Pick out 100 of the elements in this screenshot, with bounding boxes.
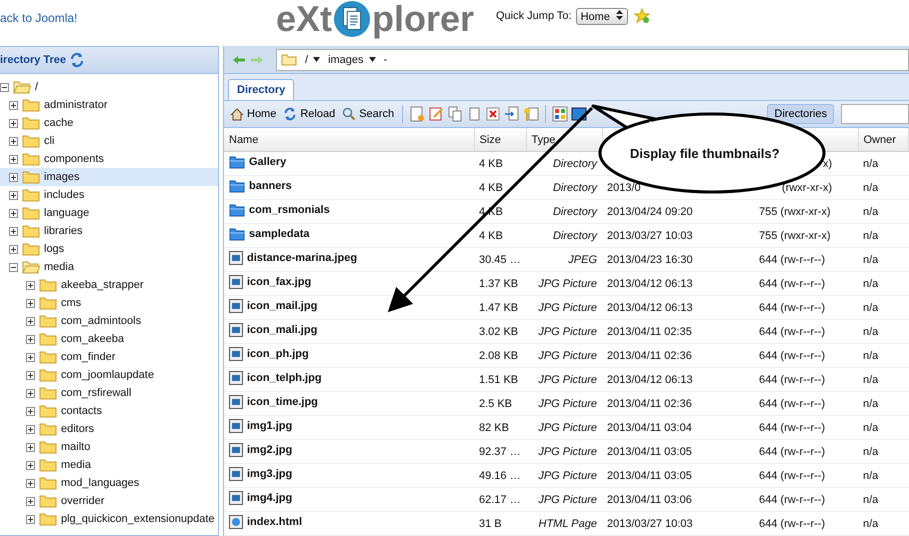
file-name-cell[interactable]: icon_telph.jpg (224, 368, 474, 392)
expander-icon[interactable] (26, 424, 35, 434)
tree-item[interactable]: logs (0, 240, 218, 258)
path-segment[interactable]: / (305, 54, 308, 66)
toolbar-button[interactable]: Home (228, 108, 278, 120)
expander-icon[interactable] (9, 136, 18, 146)
file-name-cell[interactable]: img4.jpg (224, 488, 474, 512)
column-header[interactable]: Owner (858, 128, 908, 152)
copy-icon[interactable] (447, 106, 464, 122)
new-file-icon[interactable] (409, 106, 426, 122)
folder-icon (13, 80, 31, 94)
tree-item[interactable]: cache (0, 114, 218, 132)
table-cell: Directory (526, 200, 602, 224)
expander-icon[interactable] (9, 208, 18, 218)
tree-item[interactable]: images (0, 168, 218, 186)
toolbar-button[interactable]: Search (340, 107, 396, 121)
tree-item[interactable]: libraries (0, 222, 218, 240)
expander-icon[interactable] (9, 226, 18, 236)
folder-icon (281, 54, 297, 66)
expander-icon[interactable] (0, 82, 9, 92)
tab[interactable]: Directory (228, 79, 294, 100)
file-name-cell[interactable]: banners (224, 176, 474, 200)
file-name-cell[interactable]: icon_mali.jpg (224, 320, 474, 344)
path-field[interactable]: / images - (276, 48, 909, 70)
tree-item[interactable]: mod_languages (0, 474, 218, 492)
file-name-cell[interactable]: img1.jpg (224, 416, 474, 440)
tree-item[interactable]: editors (0, 420, 218, 438)
key-icon[interactable] (523, 106, 540, 122)
tree-item[interactable]: plg_quickicon_extensionupdate (0, 510, 218, 528)
filter-field[interactable] (841, 104, 909, 124)
expander-icon[interactable] (26, 334, 35, 344)
expander-icon[interactable] (26, 460, 35, 470)
expander-icon[interactable] (26, 298, 35, 308)
toolbar-button[interactable]: Reload (281, 107, 338, 121)
tree-item[interactable]: cms (0, 294, 218, 312)
file-name-cell[interactable]: img3.jpg (224, 464, 474, 488)
file-name-cell[interactable]: icon_fax.jpg (224, 272, 474, 296)
path-segment[interactable]: images (328, 54, 364, 66)
tree-item[interactable]: components (0, 150, 218, 168)
tree-item[interactable]: administrator (0, 96, 218, 114)
column-header[interactable]: Size (474, 128, 526, 152)
expander-icon[interactable] (26, 370, 35, 380)
table-cell: n/a (858, 296, 908, 320)
tree-item[interactable]: com_joomlaupdate (0, 366, 218, 384)
file-name-cell[interactable]: distance-marina.jpeg (224, 248, 474, 272)
file-name-cell[interactable]: com_rsmonials (224, 200, 474, 224)
tree-item[interactable]: media (0, 258, 218, 276)
tree-item[interactable]: / (0, 78, 218, 96)
tree-item[interactable]: language (0, 204, 218, 222)
image-file-icon (229, 251, 243, 265)
directories-button[interactable]: Directories (767, 104, 834, 124)
expander-icon[interactable] (26, 514, 35, 524)
expander-icon[interactable] (26, 316, 35, 326)
tree-item[interactable]: akeeba_strapper (0, 276, 218, 294)
tree-item[interactable]: media (0, 456, 218, 474)
expander-icon[interactable] (26, 388, 35, 398)
back-link[interactable]: ack to Joomla! (0, 11, 276, 25)
quick-jump-select[interactable]: Home (576, 8, 628, 24)
file-name-cell[interactable]: index.html (224, 512, 474, 536)
file-name-cell[interactable]: Gallery (224, 152, 474, 176)
tree-item[interactable]: contacts (0, 402, 218, 420)
file-name-cell[interactable]: img2.jpg (224, 440, 474, 464)
expander-icon[interactable] (9, 118, 18, 128)
expander-icon[interactable] (9, 190, 18, 200)
expander-icon[interactable] (9, 100, 18, 110)
expander-icon[interactable] (26, 496, 35, 506)
callout-text: Display file thumbnails? (630, 146, 780, 161)
caret-icon[interactable] (368, 57, 376, 62)
file-name-cell[interactable]: icon_time.jpg (224, 392, 474, 416)
expander-icon[interactable] (9, 244, 18, 254)
expander-icon[interactable] (26, 280, 35, 290)
expander-icon[interactable] (26, 442, 35, 452)
expander-icon[interactable] (26, 406, 35, 416)
expander-icon[interactable] (26, 478, 35, 488)
tree-item[interactable]: com_akeeba (0, 330, 218, 348)
folder-icon (39, 440, 57, 454)
file-name-cell[interactable]: icon_ph.jpg (224, 344, 474, 368)
move-icon[interactable] (504, 106, 520, 122)
expander-icon[interactable] (9, 154, 18, 164)
tree-item[interactable]: com_rsfirewall (0, 384, 218, 402)
grid-icon[interactable] (552, 106, 568, 122)
expander-icon[interactable] (9, 172, 18, 182)
tree-item[interactable]: com_finder (0, 348, 218, 366)
file-name-cell[interactable]: icon_mail.jpg (224, 296, 474, 320)
caret-icon[interactable] (313, 57, 320, 62)
edit-icon[interactable] (428, 106, 444, 122)
column-header[interactable]: Name (224, 128, 474, 152)
tree-item[interactable]: cli (0, 132, 218, 150)
file-name-cell[interactable]: sampledata (224, 224, 474, 248)
tree-item[interactable]: com_admintools (0, 312, 218, 330)
tree-item[interactable]: includes (0, 186, 218, 204)
expander-icon[interactable] (9, 262, 18, 272)
tree-item[interactable]: mailto (0, 438, 218, 456)
table-cell: n/a (858, 464, 908, 488)
refresh-icon[interactable] (70, 52, 84, 68)
tree-item[interactable]: overrider (0, 492, 218, 510)
delete-icon[interactable] (485, 106, 502, 122)
star-icon[interactable] (634, 8, 650, 24)
expander-icon[interactable] (26, 352, 35, 362)
column-header[interactable]: Type (526, 128, 602, 152)
